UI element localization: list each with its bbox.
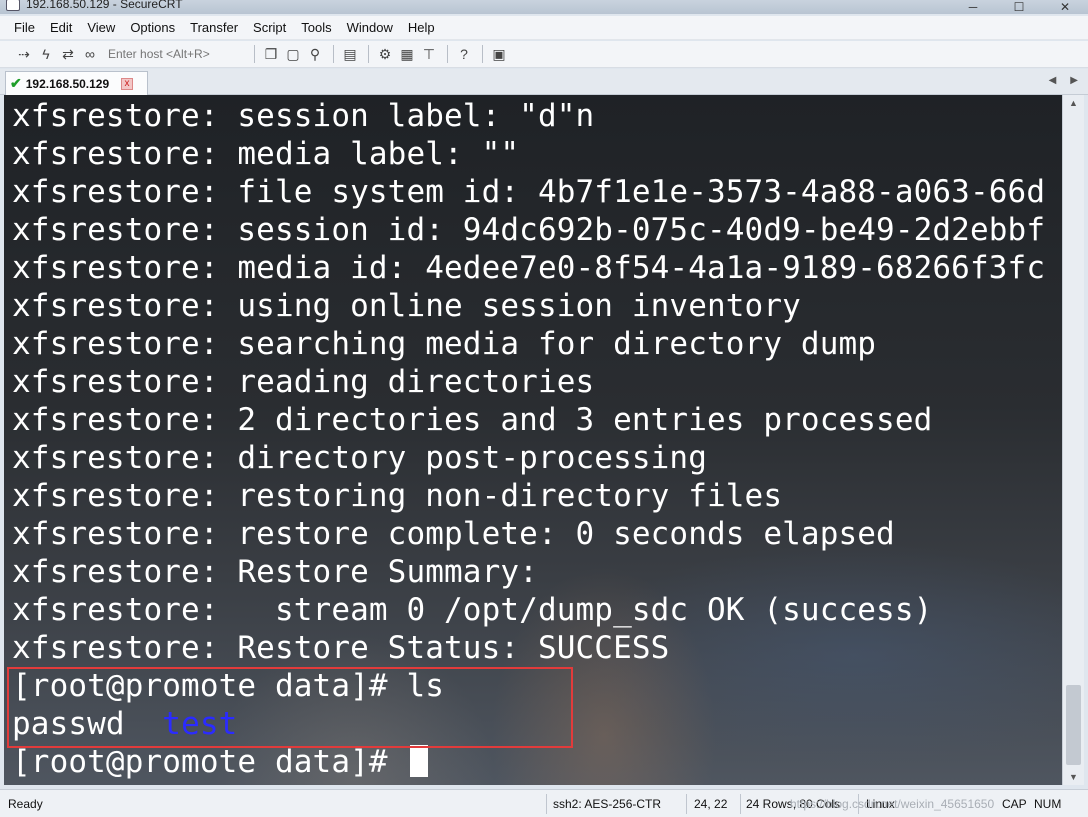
terminal-prompt-line: [root@promote data]# xyxy=(12,743,429,781)
help-icon[interactable]: ? xyxy=(454,44,474,64)
terminal-line: xfsrestore: session label: "d"n xyxy=(12,98,595,134)
terminal-cursor xyxy=(410,745,429,777)
toolbar: ⇢ ϟ ⇄ ∞ ❐ ▢ ⚲ ▤ ⚙ ▦ ⊤ ? ▣ xyxy=(0,41,1088,68)
tab-scroll-left-icon[interactable]: ◀ xyxy=(1049,75,1057,86)
status-cap: CAP xyxy=(1002,797,1027,811)
menu-tools[interactable]: Tools xyxy=(301,20,331,35)
menu-file[interactable]: File xyxy=(14,20,35,35)
session-tab-label: 192.168.50.129 xyxy=(25,76,110,91)
status-divider xyxy=(740,794,741,814)
status-bar: Ready ssh2: AES-256-CTR 24, 22 24 Rows, … xyxy=(0,789,1088,817)
terminal-line: xfsrestore: restoring non-directory file… xyxy=(12,478,783,514)
status-ready: Ready xyxy=(8,797,43,811)
disconnect-icon[interactable]: ∞ xyxy=(80,44,100,64)
watermark-text: https://blog.csdn.net/weixin_45651650 xyxy=(790,797,995,811)
lightning-connect-icon[interactable]: ϟ xyxy=(36,44,56,64)
terminal-view[interactable]: xfsrestore: session label: "d"n xfsresto… xyxy=(4,95,1062,785)
tab-close-icon[interactable]: x xyxy=(121,78,133,90)
terminal-line: xfsrestore: Restore Status: SUCCESS xyxy=(12,630,670,666)
terminal-line: xfsrestore: restore complete: 0 seconds … xyxy=(12,516,895,552)
toolbar-divider xyxy=(254,45,255,63)
maximize-button[interactable]: ☐ xyxy=(996,0,1042,14)
status-cursor-position: 24, 22 xyxy=(694,797,728,811)
status-divider xyxy=(686,794,687,814)
title-bar: 192.168.50.129 - SecureCRT ─ ☐ ✕ xyxy=(0,0,1088,14)
terminal-line: xfsrestore: 2 directories and 3 entries … xyxy=(12,402,933,438)
menu-options[interactable]: Options xyxy=(130,20,175,35)
terminal-line: xfsrestore: reading directories xyxy=(12,364,595,400)
terminal-line: xfsrestore: media label: "" xyxy=(12,136,520,172)
toolbar-divider xyxy=(368,45,369,63)
menu-view[interactable]: View xyxy=(87,20,115,35)
reconnect-icon[interactable]: ⇄ xyxy=(58,44,78,64)
toolbar-divider xyxy=(333,45,334,63)
tab-navigation: ◀ ▶ xyxy=(1049,75,1078,86)
terminal-line: xfsrestore: session id: 94dc692b-075c-40… xyxy=(12,212,1046,248)
status-divider xyxy=(546,794,547,814)
menu-help[interactable]: Help xyxy=(408,20,435,35)
menu-edit[interactable]: Edit xyxy=(50,20,72,35)
host-input[interactable] xyxy=(108,44,248,64)
terminal-scrollbar[interactable]: ▲ ▼ xyxy=(1062,95,1084,785)
terminal-line: xfsrestore: searching media for director… xyxy=(12,326,877,362)
status-num: NUM xyxy=(1034,797,1062,811)
print-icon[interactable]: ▤ xyxy=(340,44,360,64)
sftp-icon[interactable]: ⊤ xyxy=(419,44,439,64)
terminal-line: xfsrestore: media id: 4edee7e0-8f54-4a1a… xyxy=(12,250,1046,286)
scrollbar-thumb[interactable] xyxy=(1066,685,1081,765)
keymap-icon[interactable]: ▦ xyxy=(397,44,417,64)
connect-bar-icon[interactable]: ⇢ xyxy=(14,44,34,64)
session-tab[interactable]: ✔ 192.168.50.129 x xyxy=(5,71,148,95)
connected-check-icon: ✔ xyxy=(10,75,22,91)
toolbar-divider xyxy=(482,45,483,63)
securecrt-app-icon xyxy=(6,0,20,11)
terminal-line: xfsrestore: directory post-processing xyxy=(12,440,707,476)
terminal-line: xfsrestore: file system id: 4b7f1e1e-357… xyxy=(12,174,1046,210)
paste-icon[interactable]: ▢ xyxy=(283,44,303,64)
window-controls: ─ ☐ ✕ xyxy=(950,0,1088,14)
scroll-up-icon[interactable]: ▲ xyxy=(1063,95,1084,111)
minimize-button[interactable]: ─ xyxy=(950,0,996,14)
terminal-line: xfsrestore: using online session invento… xyxy=(12,288,801,324)
tab-bar: ✔ 192.168.50.129 x ◀ ▶ xyxy=(0,69,1088,95)
settings-icon[interactable]: ⚙ xyxy=(375,44,395,64)
menu-window[interactable]: Window xyxy=(347,20,393,35)
screenshot-icon[interactable]: ▣ xyxy=(489,44,509,64)
toolbar-divider xyxy=(447,45,448,63)
close-button[interactable]: ✕ xyxy=(1042,0,1088,14)
shell-prompt: [root@promote data]# xyxy=(12,744,407,780)
status-cipher: ssh2: AES-256-CTR xyxy=(553,797,662,811)
highlight-annotation-box xyxy=(7,667,573,748)
terminal-line: xfsrestore: stream 0 /opt/dump_sdc OK (s… xyxy=(12,592,933,628)
tab-scroll-right-icon[interactable]: ▶ xyxy=(1070,75,1078,86)
scroll-down-icon[interactable]: ▼ xyxy=(1063,769,1084,785)
menu-script[interactable]: Script xyxy=(253,20,286,35)
menu-bar: File Edit View Options Transfer Script T… xyxy=(0,16,1088,40)
copy-icon[interactable]: ❐ xyxy=(261,44,281,64)
find-icon[interactable]: ⚲ xyxy=(305,44,325,64)
window-title: 192.168.50.129 - SecureCRT xyxy=(26,0,183,11)
menu-transfer[interactable]: Transfer xyxy=(190,20,238,35)
terminal-line: xfsrestore: Restore Summary: xyxy=(12,554,538,590)
